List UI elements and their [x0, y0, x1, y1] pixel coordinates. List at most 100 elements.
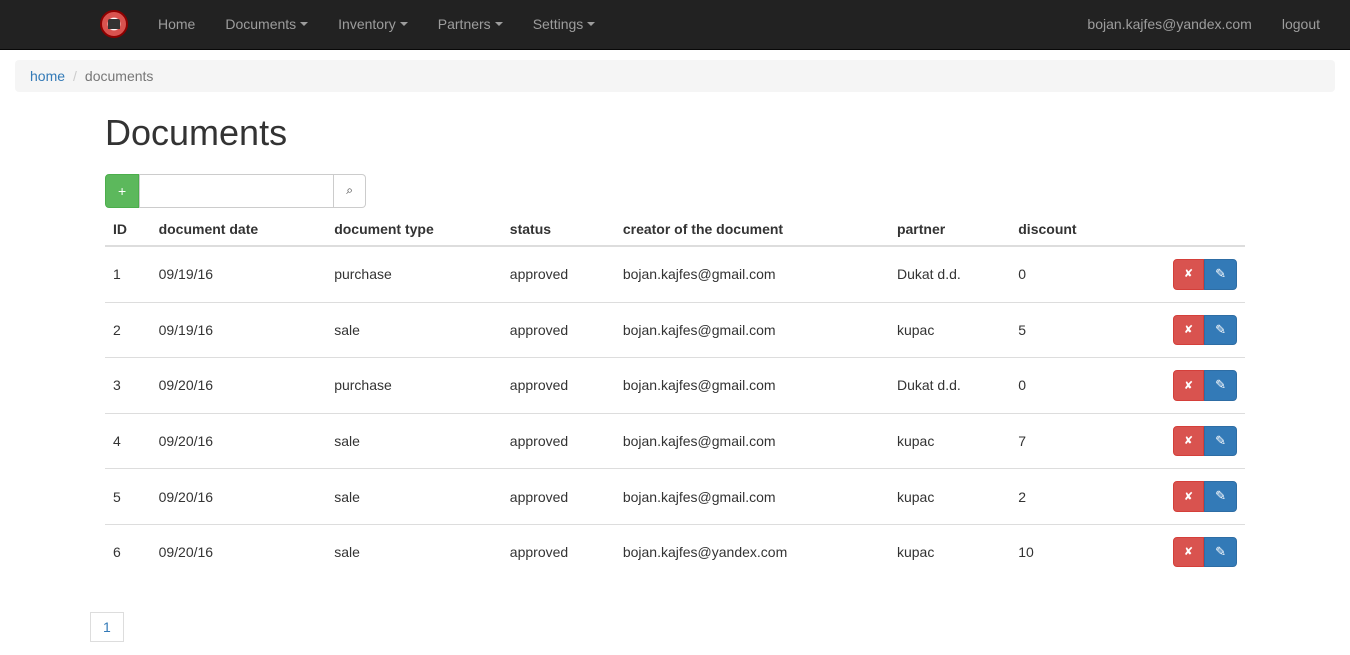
search-input[interactable]: [139, 174, 334, 208]
nav-partners-label: Partners: [438, 16, 491, 32]
edit-button[interactable]: [1204, 370, 1237, 401]
cell-id: 4: [105, 413, 151, 469]
add-button[interactable]: +: [105, 174, 139, 208]
delete-button[interactable]: [1173, 370, 1204, 401]
cell-date: 09/19/16: [151, 246, 327, 302]
col-partner: partner: [889, 213, 1010, 246]
cell-id: 2: [105, 302, 151, 358]
page-1[interactable]: 1: [90, 612, 124, 642]
nav-settings[interactable]: Settings: [518, 1, 611, 47]
edit-icon: [1215, 323, 1226, 337]
cell-type: sale: [326, 413, 502, 469]
delete-icon: [1184, 433, 1193, 447]
table-row: 2 09/19/16 sale approved bojan.kajfes@gm…: [105, 302, 1245, 358]
cell-discount: 0: [1010, 358, 1123, 414]
caret-icon: [400, 22, 408, 26]
cell-discount: 5: [1010, 302, 1123, 358]
navbar: Home Documents Inventory Partners Settin…: [0, 0, 1350, 50]
cell-id: 3: [105, 358, 151, 414]
cell-date: 09/20/16: [151, 524, 327, 579]
nav-logout[interactable]: logout: [1267, 1, 1335, 47]
logo-icon: [100, 10, 128, 38]
edit-button[interactable]: [1204, 315, 1237, 346]
pagination: 1: [90, 619, 124, 635]
edit-button[interactable]: [1204, 537, 1237, 568]
col-id: ID: [105, 213, 151, 246]
cell-type: sale: [326, 302, 502, 358]
table-row: 4 09/20/16 sale approved bojan.kajfes@gm…: [105, 413, 1245, 469]
cell-discount: 7: [1010, 413, 1123, 469]
edit-icon: [1215, 434, 1226, 448]
cell-id: 6: [105, 524, 151, 579]
page-title: Documents: [105, 112, 1245, 154]
cell-creator: bojan.kajfes@gmail.com: [615, 469, 889, 525]
edit-icon: [1215, 489, 1226, 503]
delete-button[interactable]: [1173, 426, 1204, 457]
caret-icon: [495, 22, 503, 26]
delete-icon: [1184, 322, 1193, 336]
nav-partners[interactable]: Partners: [423, 1, 518, 47]
table-row: 1 09/19/16 purchase approved bojan.kajfe…: [105, 246, 1245, 302]
cell-actions: [1123, 469, 1245, 525]
edit-button[interactable]: [1204, 426, 1237, 457]
table-row: 6 09/20/16 sale approved bojan.kajfes@ya…: [105, 524, 1245, 579]
cell-date: 09/19/16: [151, 302, 327, 358]
cell-discount: 0: [1010, 246, 1123, 302]
cell-id: 5: [105, 469, 151, 525]
nav-user[interactable]: bojan.kajfes@yandex.com: [1072, 1, 1266, 47]
cell-actions: [1123, 413, 1245, 469]
cell-actions: [1123, 524, 1245, 579]
breadcrumb-current: documents: [85, 68, 153, 84]
table-row: 5 09/20/16 sale approved bojan.kajfes@gm…: [105, 469, 1245, 525]
cell-actions: [1123, 358, 1245, 414]
nav-documents[interactable]: Documents: [210, 1, 323, 47]
cell-partner: kupac: [889, 524, 1010, 579]
delete-button[interactable]: [1173, 315, 1204, 346]
nav-inventory-label: Inventory: [338, 16, 396, 32]
cell-actions: [1123, 246, 1245, 302]
delete-button[interactable]: [1173, 481, 1204, 512]
col-type: document type: [326, 213, 502, 246]
delete-icon: [1184, 378, 1193, 392]
search-icon: [346, 185, 353, 197]
edit-button[interactable]: [1204, 481, 1237, 512]
col-status: status: [502, 213, 615, 246]
edit-button[interactable]: [1204, 259, 1237, 290]
cell-partner: kupac: [889, 413, 1010, 469]
cell-status: approved: [502, 302, 615, 358]
nav-home[interactable]: Home: [143, 1, 210, 47]
cell-type: sale: [326, 524, 502, 579]
cell-creator: bojan.kajfes@gmail.com: [615, 302, 889, 358]
caret-icon: [300, 22, 308, 26]
cell-status: approved: [502, 246, 615, 302]
cell-id: 1: [105, 246, 151, 302]
delete-button[interactable]: [1173, 259, 1204, 290]
cell-date: 09/20/16: [151, 358, 327, 414]
nav-inventory[interactable]: Inventory: [323, 1, 423, 47]
cell-date: 09/20/16: [151, 469, 327, 525]
brand-logo[interactable]: [15, 0, 143, 48]
col-creator: creator of the document: [615, 213, 889, 246]
delete-icon: [1184, 544, 1193, 558]
table-row: 3 09/20/16 purchase approved bojan.kajfe…: [105, 358, 1245, 414]
delete-button[interactable]: [1173, 537, 1204, 568]
cell-status: approved: [502, 413, 615, 469]
toolbar: +: [105, 174, 1245, 208]
cell-discount: 2: [1010, 469, 1123, 525]
cell-status: approved: [502, 358, 615, 414]
cell-creator: bojan.kajfes@gmail.com: [615, 358, 889, 414]
cell-discount: 10: [1010, 524, 1123, 579]
breadcrumb-separator: /: [65, 68, 85, 84]
nav-settings-label: Settings: [533, 16, 584, 32]
breadcrumb-home[interactable]: home: [30, 68, 65, 84]
search-button[interactable]: [334, 174, 366, 208]
col-actions: [1123, 213, 1245, 246]
col-date: document date: [151, 213, 327, 246]
cell-partner: kupac: [889, 302, 1010, 358]
edit-icon: [1215, 545, 1226, 559]
cell-partner: Dukat d.d.: [889, 246, 1010, 302]
cell-type: purchase: [326, 246, 502, 302]
cell-creator: bojan.kajfes@yandex.com: [615, 524, 889, 579]
cell-creator: bojan.kajfes@gmail.com: [615, 246, 889, 302]
cell-creator: bojan.kajfes@gmail.com: [615, 413, 889, 469]
